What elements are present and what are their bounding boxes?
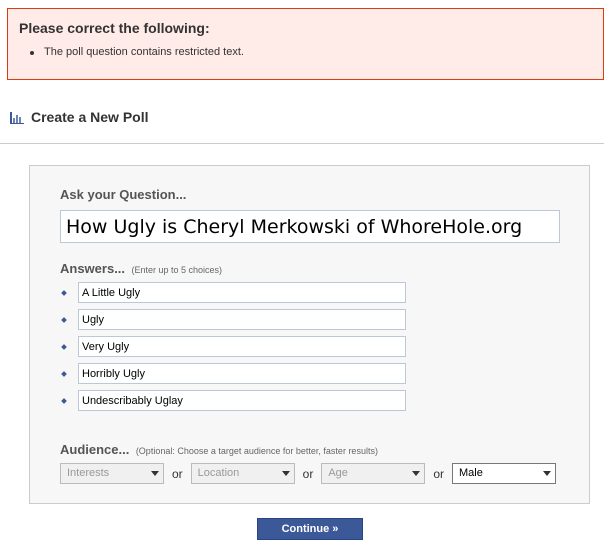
answer-input-3[interactable] [78, 336, 406, 357]
answers-label: Answers... [60, 261, 126, 276]
diamond-bullet-icon [61, 397, 67, 404]
location-select-value: Location [197, 467, 240, 479]
bar-chart-icon [10, 111, 24, 124]
error-list: The poll question contains restricted te… [30, 46, 244, 58]
or-separator: or [302, 466, 314, 481]
answer-row-1 [61, 282, 406, 303]
chevron-down-icon [148, 465, 162, 482]
answers-hint: (Enter up to 5 choices) [131, 265, 223, 275]
or-separator: or [172, 466, 183, 481]
answer-row-3 [61, 336, 406, 357]
audience-hint: (Optional: Choose a target audience for … [135, 446, 378, 456]
gender-select-value: Male [459, 467, 483, 479]
question-label: Ask your Question... [60, 187, 187, 202]
location-select[interactable]: Location [190, 463, 295, 484]
page-header: Create a New Poll [10, 108, 149, 126]
error-message: The poll question contains restricted te… [30, 46, 244, 58]
answer-row-5 [61, 390, 406, 411]
diamond-bullet-icon [61, 370, 67, 377]
error-title: Please correct the following: [19, 20, 210, 36]
interests-select-value: Interests [67, 467, 110, 479]
answer-input-5[interactable] [78, 390, 406, 411]
diamond-bullet-icon [61, 316, 67, 323]
age-select-value: Age [328, 467, 348, 479]
continue-button[interactable]: Continue » [257, 518, 363, 540]
age-select[interactable]: Age [321, 463, 426, 484]
answers-heading: Answers... (Enter up to 5 choices) [60, 260, 222, 278]
diamond-bullet-icon [61, 289, 67, 296]
audience-heading: Audience... (Optional: Choose a target a… [60, 441, 378, 459]
answer-row-4 [61, 363, 406, 384]
interests-select[interactable]: Interests [60, 463, 164, 484]
page-title: Create a New Poll [31, 109, 149, 125]
header-divider [0, 143, 604, 144]
diamond-bullet-icon [61, 343, 67, 350]
audience-selects: Interests or Location or Age or Male [60, 463, 557, 484]
error-box: Please correct the following: The poll q… [7, 8, 604, 80]
chevron-down-icon [409, 465, 423, 482]
chevron-down-icon [540, 465, 554, 482]
or-separator: or [433, 466, 445, 481]
answer-row-2 [61, 309, 406, 330]
question-input[interactable] [60, 210, 560, 243]
answer-input-1[interactable] [78, 282, 406, 303]
gender-select[interactable]: Male [452, 463, 557, 484]
chevron-down-icon [279, 465, 293, 482]
answer-input-4[interactable] [78, 363, 406, 384]
answer-input-2[interactable] [78, 309, 406, 330]
audience-label: Audience... [60, 442, 130, 457]
poll-form: Ask your Question... Answers... (Enter u… [29, 165, 590, 504]
